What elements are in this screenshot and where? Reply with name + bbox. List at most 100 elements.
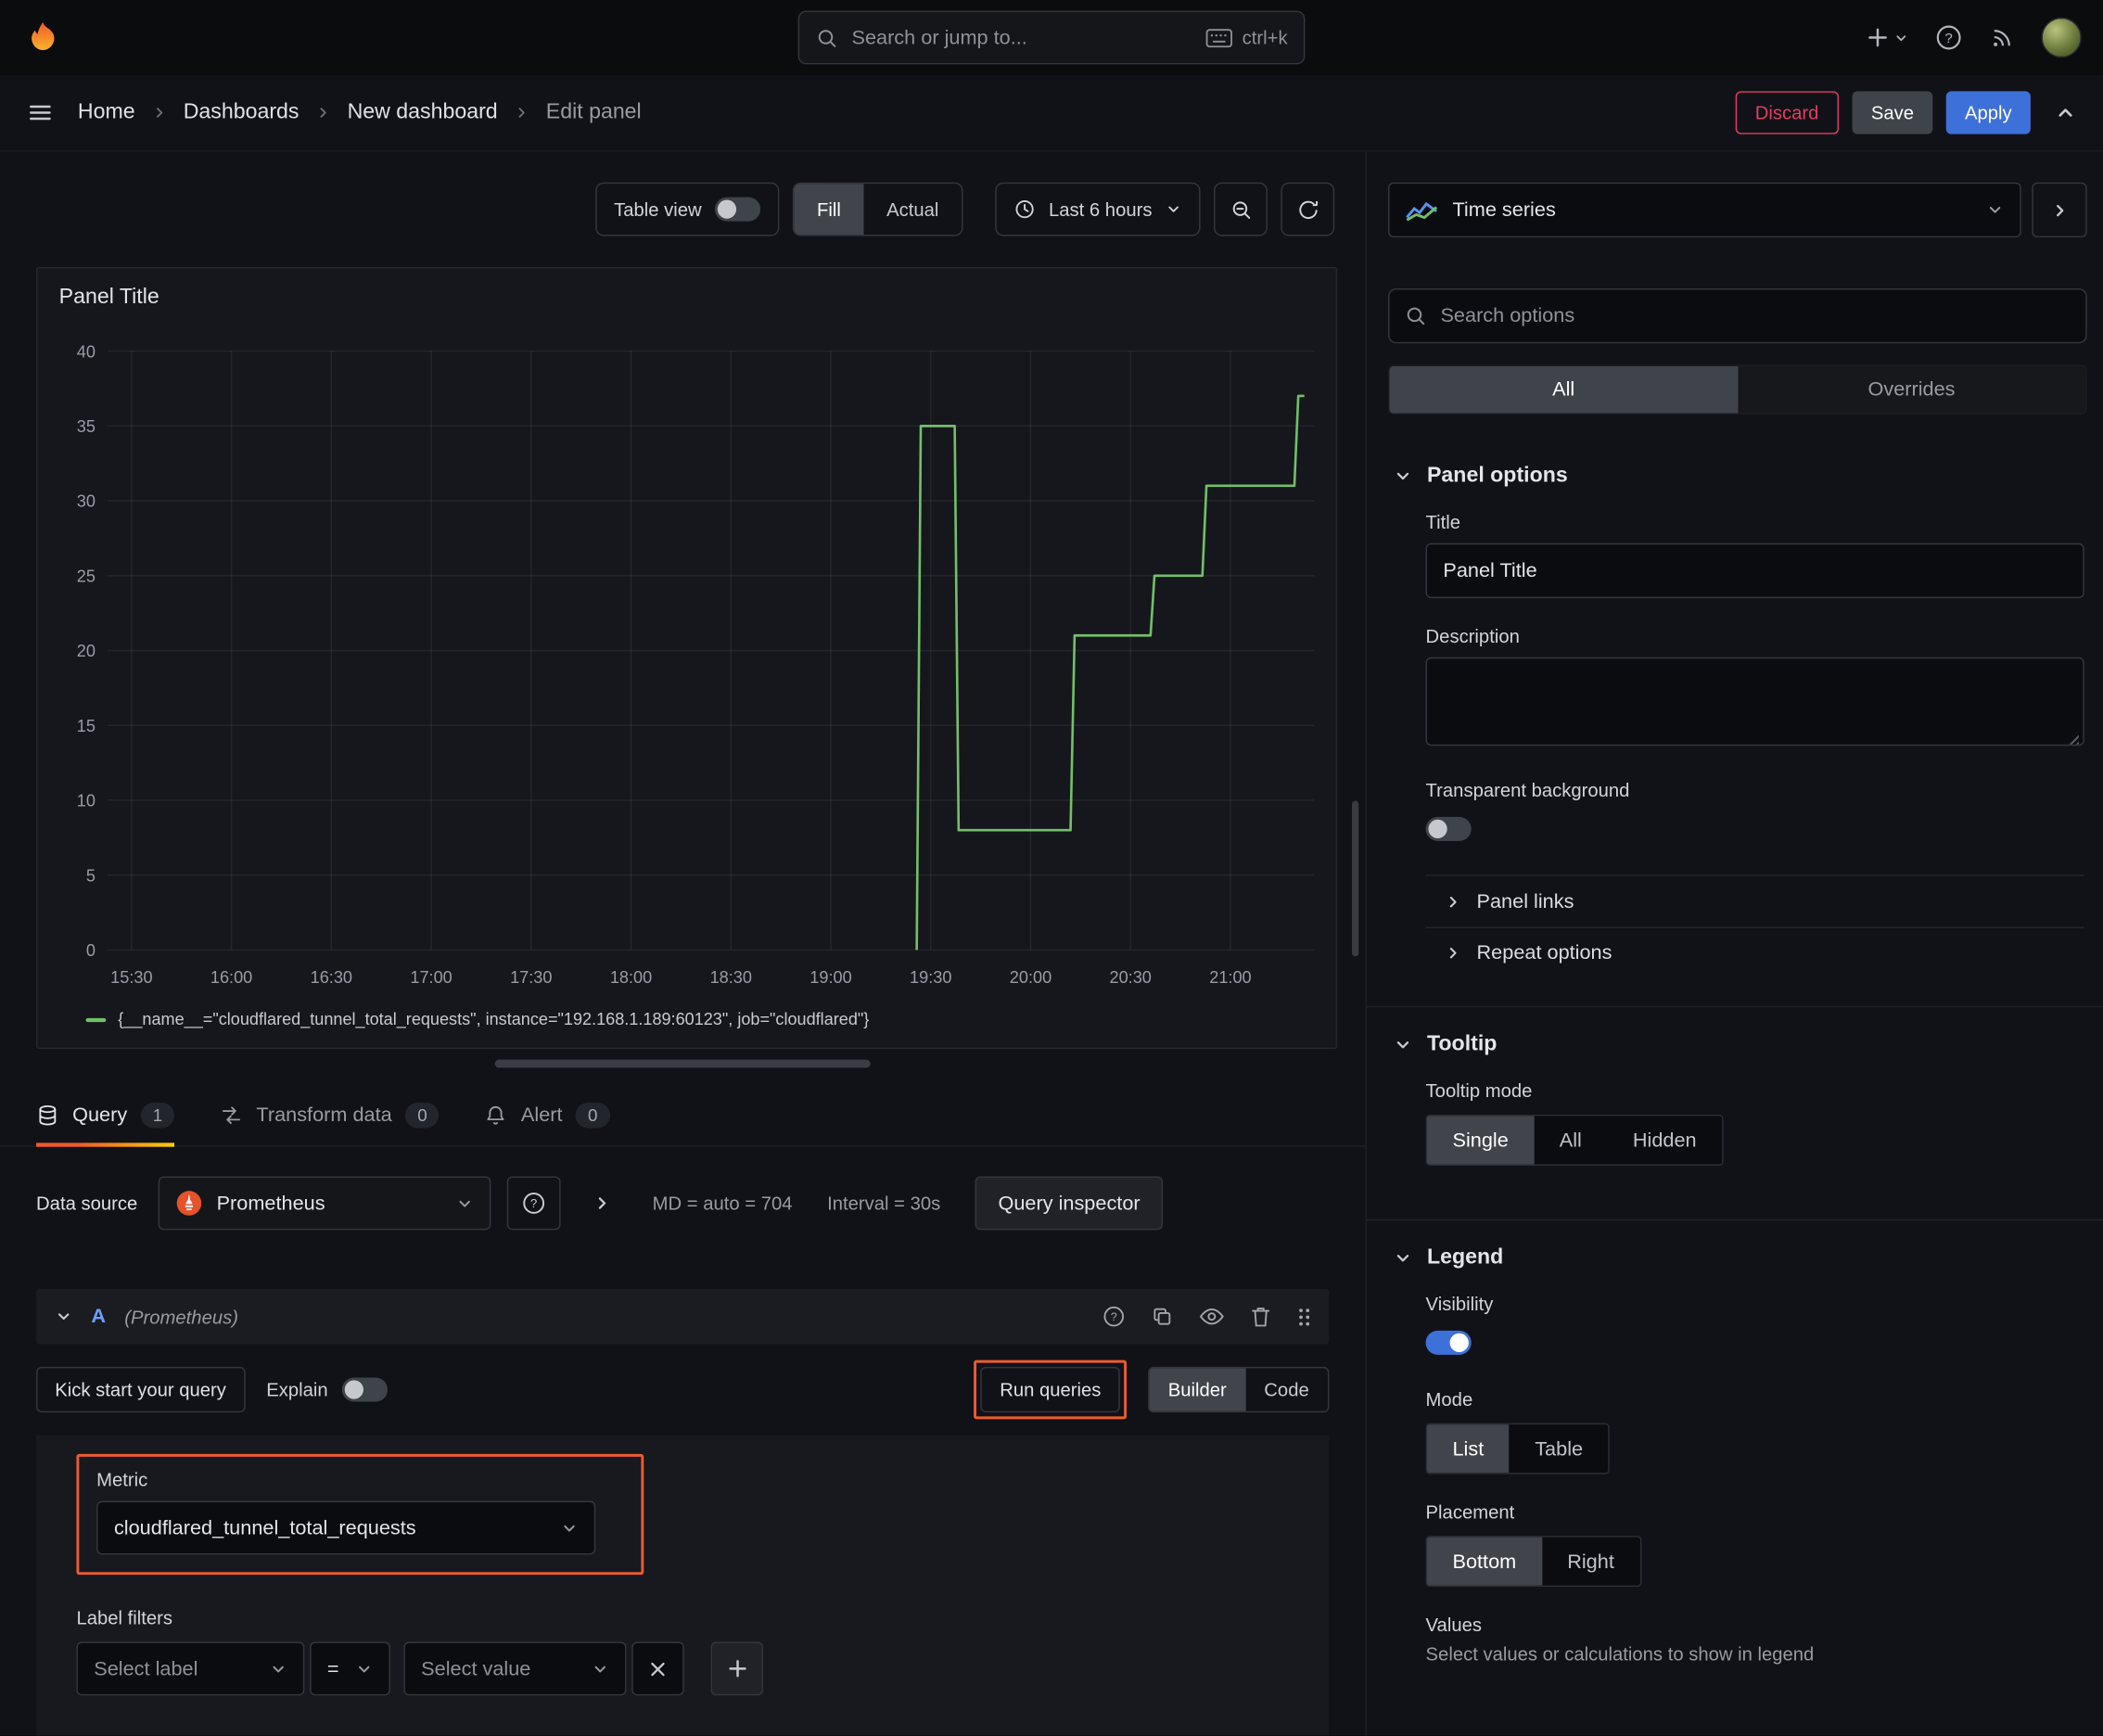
visualization-picker[interactable]: Time series (1388, 182, 2021, 238)
tab-query[interactable]: Query 1 (36, 1084, 175, 1147)
avatar[interactable] (2041, 17, 2082, 58)
chevron-down-icon (564, 1525, 575, 1531)
query-row-actions: ? (1102, 1305, 1310, 1328)
builder-option[interactable]: Builder (1149, 1368, 1246, 1411)
datasource-label: Data source (36, 1192, 138, 1215)
svg-text:16:30: 16:30 (311, 967, 352, 987)
datasource-picker[interactable]: Prometheus (159, 1176, 492, 1231)
tab-all-options[interactable]: All (1389, 365, 1738, 414)
svg-text:?: ? (531, 1196, 538, 1210)
placement-bottom-option[interactable]: Bottom (1427, 1537, 1542, 1586)
code-option[interactable]: Code (1245, 1368, 1328, 1410)
legend-header[interactable]: Legend (1388, 1220, 2087, 1290)
options-search[interactable] (1388, 287, 2087, 344)
svg-text:17:00: 17:00 (410, 967, 452, 987)
breadcrumb-new-dashboard[interactable]: New dashboard (348, 100, 498, 124)
search-input[interactable] (851, 26, 1193, 49)
database-icon (39, 1104, 57, 1125)
tooltip-header[interactable]: Tooltip (1388, 1007, 2087, 1077)
query-inspector-button[interactable]: Query inspector (975, 1176, 1164, 1231)
options-search-input[interactable] (1440, 304, 2071, 327)
tooltip-title: Tooltip (1427, 1032, 1498, 1056)
help-button[interactable]: ? (1935, 24, 1962, 51)
mode-table-option[interactable]: Table (1510, 1424, 1609, 1473)
chevron-down-icon (1989, 207, 2001, 213)
new-button[interactable] (1866, 25, 1908, 49)
query-ref-label[interactable]: A (91, 1305, 106, 1328)
tooltip-hidden-option[interactable]: Hidden (1607, 1116, 1722, 1164)
tooltip-all-option[interactable]: All (1534, 1116, 1607, 1164)
panel-title-input[interactable] (1425, 542, 2084, 599)
tab-transform[interactable]: Transform data 0 (220, 1084, 440, 1145)
values-field: Values Select values or calculations to … (1426, 1614, 2084, 1665)
grafana-logo[interactable] (21, 16, 64, 58)
expand-options-chevron[interactable] (593, 1194, 612, 1212)
operator-dropdown[interactable]: = (310, 1641, 390, 1696)
placement-field: Placement Bottom Right (1425, 1501, 2084, 1588)
repeat-options-collapse[interactable]: Repeat options (1425, 926, 2084, 978)
apply-button[interactable]: Apply (1945, 91, 2031, 134)
tab-alert[interactable]: Alert 0 (485, 1084, 610, 1145)
table-view-toggle[interactable] (715, 197, 761, 222)
save-button[interactable]: Save (1852, 91, 1933, 134)
duplicate-query-button[interactable] (1151, 1305, 1174, 1328)
collapse-options-button[interactable] (2032, 182, 2087, 238)
breadcrumb-dashboards[interactable]: Dashboards (184, 100, 300, 124)
visibility-field: Visibility (1425, 1293, 2084, 1361)
add-filter-button[interactable] (710, 1641, 764, 1696)
tooltip-mode-group: Single All Hidden (1425, 1114, 1724, 1166)
datasource-help-button[interactable]: ? (507, 1176, 562, 1231)
select-value-placeholder: Select value (421, 1657, 531, 1680)
discard-button[interactable]: Discard (1735, 91, 1840, 134)
select-value-dropdown[interactable]: Select value (403, 1641, 627, 1696)
grafana-edit-panel-page: ctrl+k ? (0, 0, 2103, 1736)
breadcrumb-edit-panel: Edit panel (545, 100, 642, 124)
transparent-bg-toggle[interactable] (1425, 816, 1472, 841)
panel-actions: Discard Save Apply (1735, 91, 2076, 134)
pane-resize-handle[interactable] (494, 1060, 871, 1068)
collapse-header-button[interactable] (2055, 102, 2076, 123)
drag-query-handle[interactable] (1297, 1306, 1310, 1327)
kickstart-button[interactable]: Kick start your query (36, 1366, 246, 1413)
refresh-button[interactable] (1281, 182, 1335, 236)
placement-right-option[interactable]: Right (1542, 1538, 1640, 1586)
zoom-out-icon (1231, 200, 1250, 219)
label-filters-section: Label filters Select label = Select valu… (76, 1607, 1302, 1696)
panel-options-header[interactable]: Panel options (1388, 439, 2087, 508)
viz-toolbar: Table view Fill Actual Last 6 hours (36, 182, 1335, 236)
metric-select[interactable]: cloudflared_tunnel_total_requests (96, 1500, 596, 1555)
mode-list-option[interactable]: List (1427, 1424, 1510, 1474)
keyboard-icon (1205, 28, 1233, 47)
menu-button[interactable] (27, 99, 54, 126)
chevron-down-icon[interactable] (55, 1308, 72, 1325)
hide-query-button[interactable] (1199, 1307, 1224, 1327)
query-help-button[interactable]: ? (1102, 1305, 1126, 1328)
zoom-out-button[interactable] (1214, 182, 1268, 236)
news-button[interactable] (1989, 25, 2014, 50)
breadcrumb-home[interactable]: Home (78, 100, 135, 124)
remove-filter-button[interactable] (631, 1641, 684, 1696)
legend-visibility-toggle[interactable] (1425, 1330, 1472, 1355)
explain-toggle[interactable] (341, 1377, 388, 1402)
delete-query-button[interactable] (1250, 1305, 1271, 1328)
run-queries-button[interactable]: Run queries (980, 1366, 1120, 1413)
tooltip-single-option[interactable]: Single (1427, 1116, 1535, 1165)
query-row-header[interactable]: A (Prometheus) ? (36, 1289, 1330, 1345)
panel-options-title: Panel options (1427, 464, 1568, 488)
time-series-chart[interactable]: 0 5 10 15 20 25 30 35 40 15:30 16:00 16:30 17:00 17:3… (45, 315, 1328, 1005)
tab-overrides[interactable]: Overrides (1737, 365, 2086, 414)
time-range-picker[interactable]: Last 6 hours (995, 182, 1201, 236)
panel-links-collapse[interactable]: Panel links (1425, 874, 2084, 926)
shortcut-hint: ctrl+k (1205, 27, 1288, 48)
panel-preview: Panel Title 0 5 10 15 20 25 30 35 40 15:30 16:00 16… (36, 266, 1338, 1050)
fill-option[interactable]: Fill (794, 184, 864, 236)
scrollbar-thumb[interactable] (1352, 800, 1359, 957)
actual-option[interactable]: Actual (864, 184, 962, 235)
svg-text:20: 20 (77, 641, 96, 660)
metric-value: cloudflared_tunnel_total_requests (113, 1516, 416, 1539)
global-search[interactable]: ctrl+k (797, 10, 1306, 65)
legend-series-name[interactable]: {__name__="cloudflared_tunnel_total_requ… (118, 1011, 869, 1029)
panel-title: Panel Title (58, 286, 159, 309)
select-label-dropdown[interactable]: Select label (76, 1641, 305, 1696)
description-input[interactable] (1425, 657, 2084, 747)
